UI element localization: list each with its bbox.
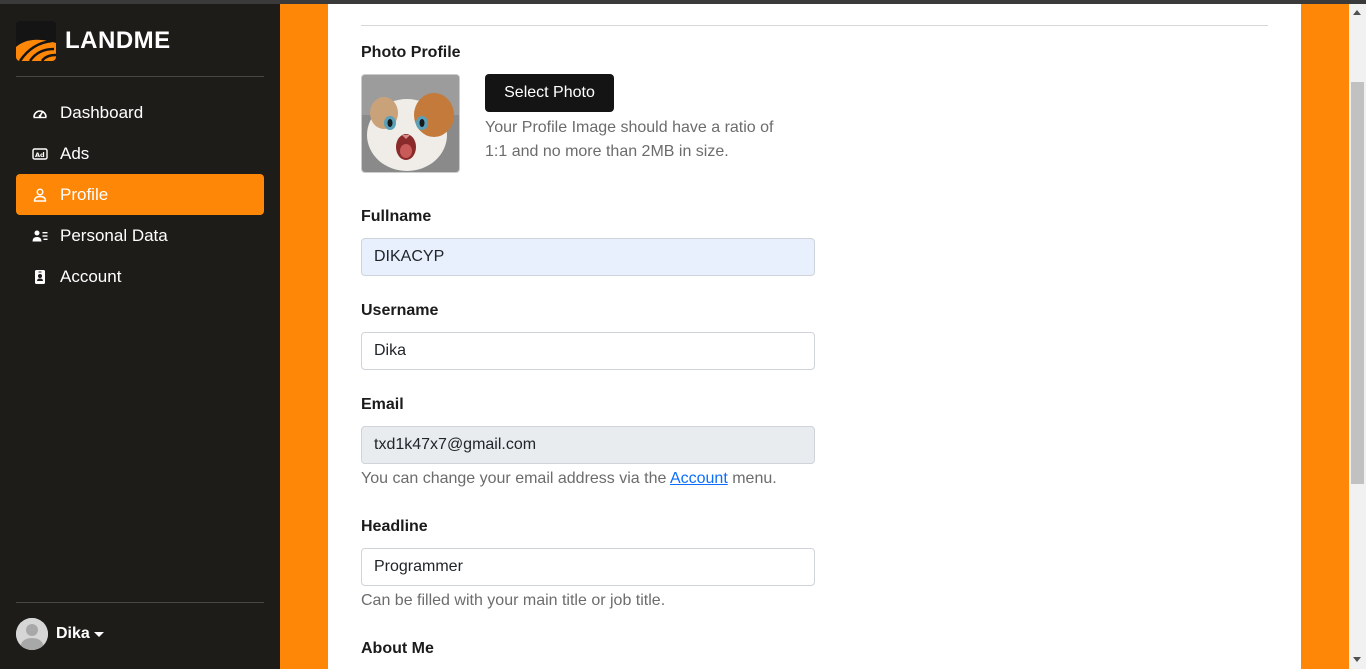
sidebar-item-account[interactable]: Account [16, 256, 264, 297]
headline-label: Headline [361, 518, 428, 535]
sidebar-item-ads[interactable]: Ad Ads [16, 133, 264, 174]
sidebar-item-profile[interactable]: Profile [16, 174, 264, 215]
username-label: Username [361, 302, 439, 319]
scrollbar-thumb[interactable] [1351, 82, 1364, 484]
sidebar-item-label: Profile [60, 184, 109, 204]
email-label: Email [361, 396, 404, 413]
scroll-down-icon[interactable] [1353, 657, 1361, 662]
sidebar-item-label: Dashboard [60, 102, 144, 122]
fullname-label: Fullname [361, 208, 432, 225]
landme-logo [16, 21, 56, 61]
email-help-before: You can change your email address via th… [361, 470, 670, 487]
brand[interactable]: LANDME [16, 21, 171, 61]
email-help-text: You can change your email address via th… [361, 467, 777, 491]
select-photo-button[interactable]: Select Photo [485, 74, 614, 112]
user-menu-toggle[interactable]: Dika [16, 618, 104, 650]
badge-icon [32, 269, 48, 285]
person-lines-icon [32, 228, 48, 244]
sidebar-item-label: Ads [60, 143, 90, 163]
sidebar-item-dashboard[interactable]: Dashboard [16, 92, 264, 133]
profile-photo [361, 74, 460, 173]
brand-name: LANDME [65, 27, 171, 54]
section-divider [361, 25, 1268, 26]
sidebar-item-personal-data[interactable]: Personal Data [16, 215, 264, 256]
profile-form-card: Photo Profile Select Photo Your Profile … [328, 4, 1301, 669]
headline-input[interactable] [361, 548, 815, 586]
photo-help-line: Your Profile Image should have a ratio o… [485, 119, 774, 136]
scroll-up-icon[interactable] [1353, 10, 1361, 15]
headline-help-text: Can be filled with your main title or jo… [361, 592, 666, 609]
email-help-after: menu. [727, 470, 777, 487]
sidebar-nav: Dashboard Ad Ads Profile Personal Data A… [16, 92, 264, 297]
sidebar-item-label: Personal Data [60, 225, 168, 245]
sidebar-item-label: Account [60, 266, 122, 286]
avatar [16, 618, 48, 650]
sidebar-divider [16, 602, 264, 603]
sidebar-divider [16, 76, 264, 77]
photo-profile-label: Photo Profile [361, 44, 461, 61]
svg-text:Ad: Ad [35, 151, 45, 159]
user-name: Dika [56, 625, 90, 642]
username-input[interactable] [361, 332, 815, 370]
email-input [361, 426, 815, 464]
chevron-down-icon [93, 631, 104, 637]
account-link[interactable]: Account [670, 470, 728, 487]
fullname-input[interactable] [361, 238, 815, 276]
about-me-label: About Me [361, 640, 434, 657]
page-scrollbar[interactable] [1349, 4, 1366, 669]
dashboard-gauge-icon [32, 105, 48, 121]
sidebar: LANDME Dashboard Ad Ads Profile Personal [0, 4, 280, 669]
person-icon [32, 187, 48, 203]
photo-help-line: 1:1 and no more than 2MB in size. [485, 143, 729, 160]
ad-icon: Ad [32, 146, 48, 162]
photo-help-text: Your Profile Image should have a ratio o… [485, 116, 773, 164]
